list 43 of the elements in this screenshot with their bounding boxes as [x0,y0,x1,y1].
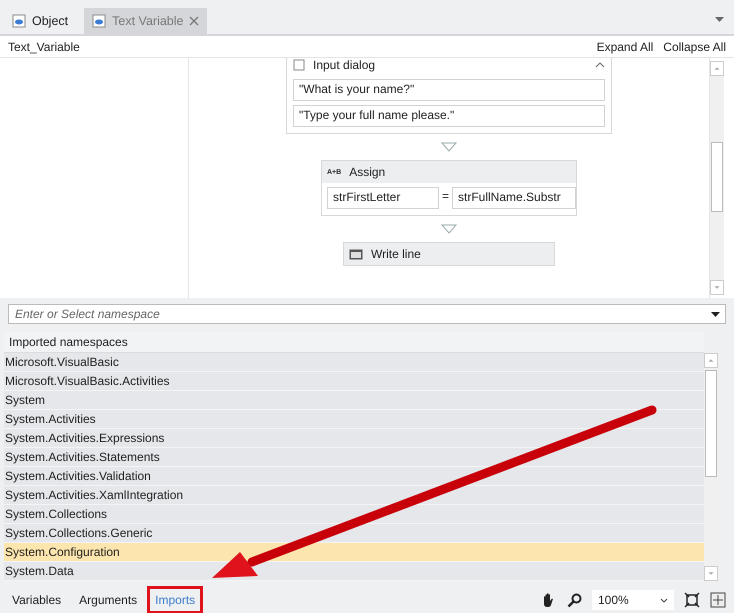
workflow-icon [92,14,106,28]
activity-title: Write line [371,247,421,261]
namespace-row[interactable]: System.Activities.Expressions [4,429,704,448]
namespace-row[interactable]: System [4,391,704,410]
equals-sign: = [442,189,450,203]
overview-icon[interactable] [710,592,726,608]
search-icon[interactable] [567,592,582,608]
expression-field[interactable]: "What is your name?" [293,79,605,101]
write-line-activity[interactable]: Write line [343,242,555,266]
namespace-row[interactable]: System.Data [4,562,704,581]
console-icon [349,248,363,260]
expression-field[interactable]: "Type your full name please." [293,105,605,127]
namespace-combo-box[interactable]: Enter or Select namespace [8,304,726,324]
workflow-title: Text_Variable [8,40,80,54]
activity-title: Assign [349,165,386,179]
namespace-row[interactable]: System.Activities.Validation [4,467,704,486]
expression-field[interactable]: strFullName.Substr [452,187,576,209]
zoom-dropdown[interactable]: 100% [592,590,674,610]
connector-arrow-icon [441,224,457,234]
expression-field[interactable]: strFirstLetter [327,187,439,209]
connector-arrow-icon [441,142,457,152]
chevron-down-icon [660,598,668,602]
workflow-icon [12,14,26,28]
namespace-row[interactable]: System.Collections [4,505,704,524]
dropdown-caret-icon[interactable] [711,312,720,317]
namespace-row[interactable]: System.Collections.Generic [4,524,704,543]
namespace-row[interactable]: System.Configuration [4,543,704,562]
namespace-row[interactable]: System.Activities.XamlIntegration [4,486,704,505]
fit-screen-icon[interactable] [684,592,700,608]
header-link[interactable]: Expand All [596,40,654,54]
namespace-row[interactable]: System.Activities.Statements [4,448,704,467]
column-header: Imported namespaces [9,335,128,349]
designer-tab[interactable]: Arguments [75,590,142,610]
close-icon[interactable] [189,16,200,26]
activity-title: Input dialog [313,58,376,72]
input-dialog-activity[interactable]: Input dialog "What is your name?" "Type your full name please." [286,58,612,134]
namespace-row[interactable]: Microsoft.VisualBasic [4,353,704,372]
namespace-row[interactable]: Microsoft.VisualBasic.Activities [4,372,704,391]
header-link[interactable]: Collapse All [663,40,726,54]
designer-tab[interactable]: Variables [8,590,66,610]
collapse-icon[interactable] [595,62,605,68]
document-tab[interactable]: Object [4,8,76,34]
namespace-row[interactable]: System.Activities [4,410,704,429]
